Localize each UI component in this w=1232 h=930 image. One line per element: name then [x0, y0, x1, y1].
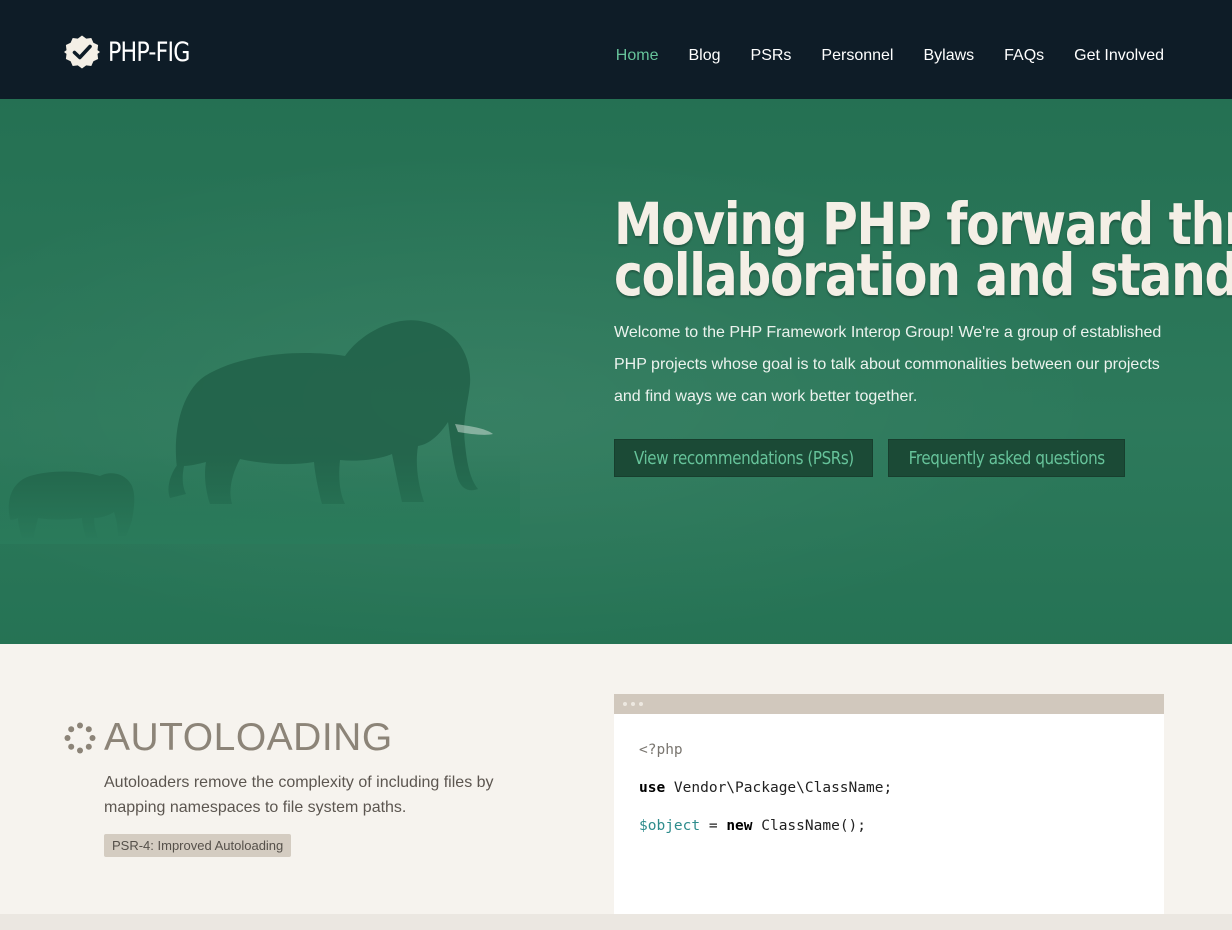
assignment-operator: =	[700, 818, 727, 834]
nav-psrs[interactable]: PSRs	[751, 47, 792, 65]
nav-bylaws[interactable]: Bylaws	[923, 47, 974, 65]
nav-faqs[interactable]: FAQs	[1004, 47, 1044, 65]
hero-title: Moving PHP forward through collaboration…	[614, 195, 1232, 309]
window-dot	[639, 702, 643, 706]
code-line-2: use Vendor\Package\ClassName;	[639, 778, 1139, 816]
window-dot	[623, 702, 627, 706]
nav-personnel[interactable]: Personnel	[821, 47, 893, 65]
faq-button[interactable]: Frequently asked questions	[888, 439, 1125, 477]
psr-4-link[interactable]: PSR-4: Improved Autoloading	[104, 834, 292, 857]
site-header: PHP-FIG Home Blog PSRs Personnel Bylaws …	[0, 0, 1232, 99]
php-open-tag: <?php	[639, 742, 683, 758]
feature-description: Autoloaders remove the complexity of inc…	[104, 774, 494, 816]
new-keyword: new	[726, 818, 753, 834]
feature-title: AUTOLOADING	[104, 716, 393, 759]
nav-get-involved[interactable]: Get Involved	[1074, 47, 1164, 65]
code-window-titlebar	[614, 694, 1164, 714]
main-nav: Home Blog PSRs Personnel Bylaws FAQs Get…	[586, 47, 1164, 65]
object-variable: $object	[639, 818, 701, 834]
hero-title-line2: collaboration and standards.	[614, 241, 1232, 309]
view-psrs-button-label: View recommendations (PSRs)	[633, 447, 854, 469]
class-instantiation: ClassName();	[752, 818, 867, 834]
code-block: <?php use Vendor\Package\ClassName; $obj…	[614, 714, 1164, 880]
nav-blog[interactable]: Blog	[688, 47, 720, 65]
code-line-1: <?php	[639, 740, 1139, 778]
use-keyword: use	[639, 780, 666, 796]
check-badge-icon	[64, 35, 100, 69]
use-statement: Vendor\Package\ClassName;	[665, 780, 893, 796]
spinner-icon	[64, 722, 96, 754]
hero-section: Moving PHP forward through collaboration…	[0, 99, 1232, 644]
elephants-image	[0, 320, 520, 544]
site-logo[interactable]: PHP-FIG	[64, 33, 207, 71]
section-divider	[0, 914, 1232, 930]
nav-home[interactable]: Home	[616, 47, 659, 65]
faq-button-label: Frequently asked questions	[908, 447, 1105, 469]
view-psrs-button[interactable]: View recommendations (PSRs)	[614, 439, 873, 477]
window-dot	[631, 702, 635, 706]
logo-text: PHP-FIG	[108, 36, 190, 68]
code-line-3: $object = new ClassName();	[639, 816, 1139, 854]
hero-description: Welcome to the PHP Framework Interop Gro…	[614, 324, 1162, 405]
code-sample-window: <?php use Vendor\Package\ClassName; $obj…	[614, 694, 1164, 914]
